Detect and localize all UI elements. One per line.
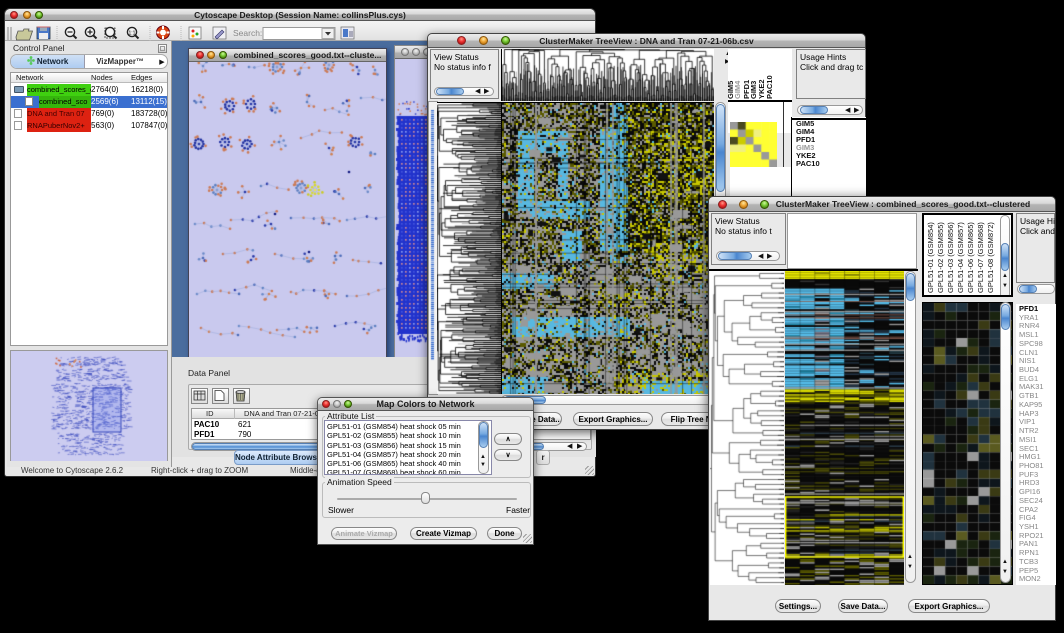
svg-text:1:1: 1:1 — [129, 31, 136, 37]
svg-text:Search:: Search: — [233, 28, 262, 38]
